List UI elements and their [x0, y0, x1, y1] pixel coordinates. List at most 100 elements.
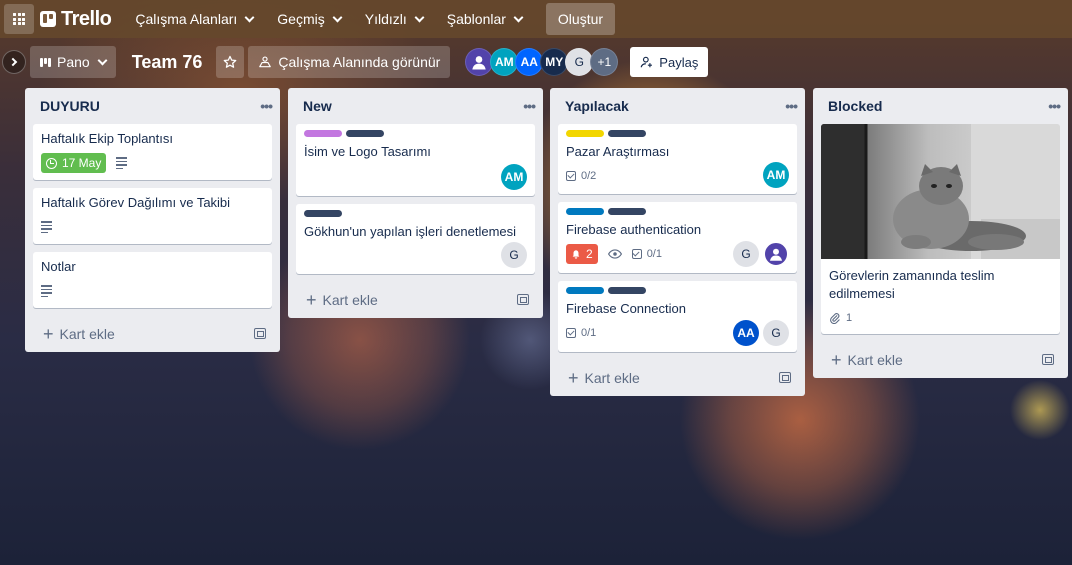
card[interactable]: Görevlerin zamanında teslim edilmemesi 1: [821, 259, 1060, 334]
card-title: Haftalık Görev Dağılımı ve Takibi: [41, 195, 231, 210]
more-options-icon[interactable]: •••: [260, 98, 273, 114]
label-purple[interactable]: [304, 130, 342, 137]
more-options-icon[interactable]: •••: [1048, 98, 1061, 114]
checklist-badge: 0/2: [566, 170, 596, 182]
label-navy[interactable]: [608, 130, 646, 137]
board-view-switcher[interactable]: Pano: [30, 46, 116, 78]
label-navy[interactable]: [608, 287, 646, 294]
nav-workspaces[interactable]: Çalışma Alanları: [125, 4, 263, 34]
attachment-badge: 1: [829, 312, 852, 324]
card[interactable]: Pazar Araştırması 0/2 AM: [558, 124, 797, 194]
card-badges: [41, 216, 264, 238]
card-title: Haftalık Ekip Toplantısı: [41, 131, 173, 146]
trello-logo[interactable]: Trello: [40, 8, 112, 31]
card[interactable]: Haftalık Ekip Toplantısı 17 May: [33, 124, 272, 180]
label-blue[interactable]: [566, 287, 604, 294]
app-switcher-button[interactable]: [4, 4, 34, 34]
checklist-badge: 0/1: [631, 248, 662, 260]
member-avatar-photo[interactable]: [763, 241, 789, 267]
member-avatar[interactable]: G: [733, 241, 759, 267]
visibility-label: Çalışma Alanında görünür: [278, 54, 441, 70]
card-cover-image[interactable]: [821, 124, 1060, 259]
card-labels: [566, 130, 789, 137]
member-avatar[interactable]: AA: [733, 320, 759, 346]
member-avatar[interactable]: G: [565, 48, 594, 76]
bell-icon: [572, 249, 580, 259]
member-avatar[interactable]: AM: [490, 48, 519, 76]
board-view-label: Pano: [57, 54, 90, 70]
more-members-badge[interactable]: +1: [590, 48, 619, 76]
nav-starred[interactable]: Yıldızlı: [355, 4, 433, 34]
card[interactable]: Gökhun'un yapılan işleri denetlemesi G: [296, 204, 535, 274]
plus-icon: +: [831, 349, 842, 370]
checklist-count: 0/1: [646, 248, 662, 260]
plus-icon: +: [306, 289, 317, 310]
card-title: Görevlerin zamanında teslim edilmemesi: [829, 268, 995, 301]
card-template-icon[interactable]: [779, 372, 791, 383]
label-blue[interactable]: [566, 208, 604, 215]
user-icon: [770, 248, 782, 261]
card[interactable]: Haftalık Görev Dağılımı ve Takibi: [33, 188, 272, 244]
card[interactable]: Firebase authentication 2 0/1 G: [558, 202, 797, 273]
description-icon: [41, 285, 52, 297]
notification-badge[interactable]: 2: [566, 244, 598, 264]
board-header: Pano Team 76 Çalışma Alanında görünür AM…: [0, 44, 1072, 80]
watching-badge: [607, 249, 622, 259]
list-header: Blocked •••: [813, 88, 1068, 124]
nav-recent[interactable]: Geçmiş: [267, 4, 350, 34]
list-title[interactable]: Yapılacak: [565, 98, 629, 114]
card-template-icon[interactable]: [517, 294, 529, 305]
chevron-down-icon: [97, 55, 108, 65]
card-template-icon[interactable]: [254, 328, 266, 339]
member-avatar[interactable]: AM: [501, 164, 527, 190]
label-yellow[interactable]: [566, 130, 604, 137]
list-duyuru: DUYURU ••• Haftalık Ekip Toplantısı 17 M…: [25, 88, 280, 352]
label-navy[interactable]: [304, 210, 342, 217]
member-avatar[interactable]: MY: [540, 48, 569, 76]
board-members: AM AA MY G +1: [465, 48, 619, 76]
list-new: New ••• İsim ve Logo Tasarımı AM Gökhun'…: [288, 88, 543, 318]
card[interactable]: İsim ve Logo Tasarımı AM: [296, 124, 535, 196]
cat-photo: [821, 124, 1060, 259]
card-template-icon[interactable]: [1042, 354, 1054, 365]
member-avatar[interactable]: AM: [763, 162, 789, 188]
member-avatar-photo[interactable]: [465, 48, 494, 76]
card-members: AM: [501, 164, 527, 190]
card-title: Firebase Connection: [566, 301, 686, 316]
nav-templates[interactable]: Şablonlar: [437, 4, 532, 34]
member-avatar[interactable]: G: [501, 242, 527, 268]
add-card-button[interactable]: + Kart ekle: [813, 342, 1068, 378]
list-title[interactable]: Blocked: [828, 98, 882, 114]
eye-icon: [607, 249, 622, 259]
share-button[interactable]: Paylaş: [630, 47, 709, 77]
clock-icon: [46, 157, 57, 169]
card[interactable]: Firebase Connection 0/1 AA G: [558, 281, 797, 352]
more-options-icon[interactable]: •••: [785, 98, 798, 114]
add-card-button[interactable]: + Kart ekle: [25, 316, 280, 352]
chevron-right-icon: [8, 57, 18, 67]
member-avatar[interactable]: G: [763, 320, 789, 346]
card-badges: 0/2: [566, 165, 789, 187]
sidebar-toggle-button[interactable]: [2, 50, 26, 74]
card-members: G: [501, 242, 527, 268]
list-title[interactable]: DUYURU: [40, 98, 100, 114]
visibility-button[interactable]: Çalışma Alanında görünür: [248, 46, 451, 78]
board-title[interactable]: Team 76: [132, 52, 203, 73]
create-button[interactable]: Oluştur: [545, 3, 616, 35]
label-navy[interactable]: [346, 130, 384, 137]
attachment-count: 1: [846, 312, 853, 324]
label-navy[interactable]: [608, 208, 646, 215]
member-avatar[interactable]: AA: [515, 48, 544, 76]
checklist-count: 0/2: [581, 170, 597, 182]
more-options-icon[interactable]: •••: [523, 98, 536, 114]
list-title[interactable]: New: [303, 98, 332, 114]
nav-workspaces-label: Çalışma Alanları: [135, 11, 238, 27]
add-card-button[interactable]: + Kart ekle: [550, 360, 805, 396]
star-button[interactable]: [216, 46, 245, 78]
card-labels: [566, 287, 789, 294]
paperclip-icon: [830, 313, 840, 324]
card[interactable]: Notlar: [33, 252, 272, 308]
due-date-badge[interactable]: 17 May: [41, 153, 107, 173]
add-card-button[interactable]: + Kart ekle: [288, 282, 543, 318]
add-card-label: Kart ekle: [584, 370, 640, 386]
